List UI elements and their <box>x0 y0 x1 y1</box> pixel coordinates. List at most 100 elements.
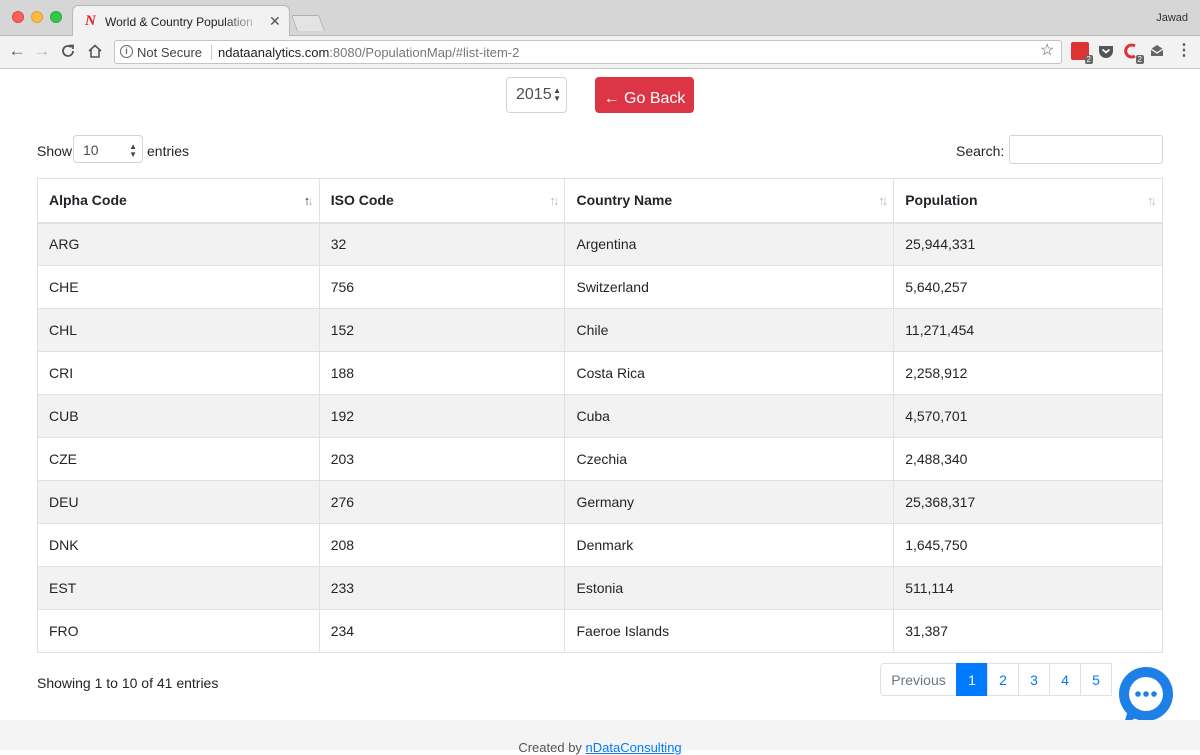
site-favicon-icon: N <box>85 13 96 29</box>
chat-widget-button[interactable] <box>1116 666 1176 726</box>
cell-alpha-code: DNK <box>37 523 320 567</box>
entries-label: entries <box>147 143 190 159</box>
address-bar[interactable]: i Not Secure ndataanalytics.com:8080/Pop… <box>114 40 1062 64</box>
cell-country-name: Switzerland <box>564 265 895 309</box>
page-footer: Created by nDataConsulting <box>0 720 1200 755</box>
cell-alpha-code: CHL <box>37 308 320 352</box>
cell-iso-code: 233 <box>318 566 566 610</box>
home-icon[interactable] <box>84 41 106 64</box>
url-host: ndataanalytics.com <box>218 45 330 60</box>
cell-population: 1,645,750 <box>893 523 1163 567</box>
cell-population: 2,258,912 <box>893 351 1163 395</box>
year-value: 2015 <box>516 86 552 103</box>
column-header-label: Country Name <box>576 192 673 209</box>
new-tab-button[interactable] <box>291 15 325 31</box>
go-back-button[interactable]: ← Go Back <box>595 77 694 113</box>
cell-iso-code: 32 <box>318 222 566 266</box>
table-row: FRO 234 Faeroe Islands 31,387 <box>37 609 1163 653</box>
table-row: CHL 152 Chile 11,271,454 <box>37 308 1163 352</box>
table-row: EST 233 Estonia 511,114 <box>37 566 1163 610</box>
cell-iso-code: 192 <box>318 394 566 438</box>
show-label: Show <box>37 143 73 159</box>
cell-population: 4,570,701 <box>893 394 1163 438</box>
window-maximize-button[interactable] <box>50 11 62 23</box>
page-length-value: 10 <box>83 142 99 158</box>
page-length-select[interactable]: 10 ▲ ▼ <box>73 135 143 163</box>
cell-country-name: Costa Rica <box>564 351 895 395</box>
cell-alpha-code: DEU <box>37 480 320 524</box>
pagination-previous[interactable]: Previous <box>880 663 957 696</box>
cell-country-name: Denmark <box>564 523 895 567</box>
browser-menu-icon[interactable]: ⋮ <box>1176 40 1192 60</box>
column-header-population[interactable]: Population ↑↓ <box>893 178 1163 224</box>
table-row: CZE 203 Czechia 2,488,340 <box>37 437 1163 481</box>
cell-alpha-code: EST <box>37 566 320 610</box>
pagination-page-3[interactable]: 3 <box>1018 663 1050 696</box>
profile-name[interactable]: Jawad <box>1156 12 1188 24</box>
cell-alpha-code: FRO <box>37 609 320 653</box>
cell-country-name: Germany <box>564 480 895 524</box>
cell-country-name: Argentina <box>564 222 895 266</box>
sort-icon: ↑↓ <box>1147 193 1157 208</box>
footer-prefix: Created by <box>518 740 586 755</box>
tab-title-fade <box>223 10 263 32</box>
browser-tab-active[interactable]: N World & Country Population Map ✕ <box>72 5 290 37</box>
chat-bubble-icon <box>1119 667 1173 724</box>
security-label: Not Secure <box>137 45 203 60</box>
extension-badge: 2 <box>1084 55 1093 64</box>
table-header-row: Alpha Code ↑↓ ISO Code ↑↓ Country Name ↑↓ P… <box>37 178 1163 224</box>
pagination-page-4[interactable]: 4 <box>1049 663 1081 696</box>
cell-population: 2,488,340 <box>893 437 1163 481</box>
window-close-button[interactable] <box>12 11 24 23</box>
cell-iso-code: 276 <box>318 480 566 524</box>
cell-alpha-code: ARG <box>37 222 320 266</box>
extension-red-icon[interactable]: 2 <box>1071 42 1093 64</box>
pocket-icon[interactable] <box>1097 42 1115 60</box>
cell-iso-code: 756 <box>318 265 566 309</box>
cell-population: 11,271,454 <box>893 308 1163 352</box>
column-header-country-name[interactable]: Country Name ↑↓ <box>564 178 895 224</box>
cell-country-name: Czechia <box>564 437 895 481</box>
search-input[interactable] <box>1009 135 1163 164</box>
footer-link[interactable]: nDataConsulting <box>586 740 682 755</box>
table-row: CHE 756 Switzerland 5,640,257 <box>37 265 1163 309</box>
cell-country-name: Faeroe Islands <box>564 609 895 653</box>
table-row: ARG 32 Argentina 25,944,331 <box>37 222 1163 266</box>
back-arrow-icon[interactable]: ← <box>6 41 28 61</box>
cell-population: 25,944,331 <box>893 222 1163 266</box>
mail-icon[interactable] <box>1148 42 1166 60</box>
cell-alpha-code: CUB <box>37 394 320 438</box>
table-info: Showing 1 to 10 of 41 entries <box>37 675 219 691</box>
info-icon[interactable]: i <box>120 45 133 58</box>
select-arrows-icon: ▲ ▼ <box>553 86 561 103</box>
column-header-label: ISO Code <box>330 192 394 209</box>
browser-toolbar: ← → i Not Secure ndataanalytics.com:8080… <box>0 36 1200 69</box>
column-header-iso-code[interactable]: ISO Code ↑↓ <box>318 178 566 224</box>
cell-country-name: Chile <box>564 308 895 352</box>
cell-population: 31,387 <box>893 609 1163 653</box>
table-row: CUB 192 Cuba 4,570,701 <box>37 394 1163 438</box>
bookmark-star-icon[interactable]: ☆ <box>1040 40 1054 60</box>
pagination: Previous 1 2 3 4 5 <box>880 663 1112 696</box>
table-row: DNK 208 Denmark 1,645,750 <box>37 523 1163 567</box>
cell-population: 5,640,257 <box>893 265 1163 309</box>
cell-population: 25,368,317 <box>893 480 1163 524</box>
reload-icon[interactable] <box>57 41 79 64</box>
window-minimize-button[interactable] <box>31 11 43 23</box>
pagination-page-2[interactable]: 2 <box>987 663 1019 696</box>
pagination-page-5[interactable]: 5 <box>1080 663 1112 696</box>
pagination-page-1[interactable]: 1 <box>956 663 988 696</box>
url-separator <box>211 45 212 60</box>
sort-icon: ↑↓ <box>549 193 559 208</box>
cell-alpha-code: CRI <box>37 351 320 395</box>
cell-country-name: Cuba <box>564 394 895 438</box>
url-path: :8080/PopulationMap/#list-item-2 <box>329 45 520 60</box>
forward-arrow-icon[interactable]: → <box>31 41 53 61</box>
extension-c-icon[interactable]: 2 <box>1122 42 1144 64</box>
tab-close-icon[interactable]: ✕ <box>269 13 281 30</box>
column-header-alpha-code[interactable]: Alpha Code ↑↓ <box>37 178 320 224</box>
sort-ascending-icon: ↑↓ <box>303 193 314 208</box>
url-text: ndataanalytics.com:8080/PopulationMap/#l… <box>218 45 519 60</box>
year-select[interactable]: 2015 ▲ ▼ <box>506 77 567 113</box>
footer-text: Created by nDataConsulting <box>0 740 1200 755</box>
